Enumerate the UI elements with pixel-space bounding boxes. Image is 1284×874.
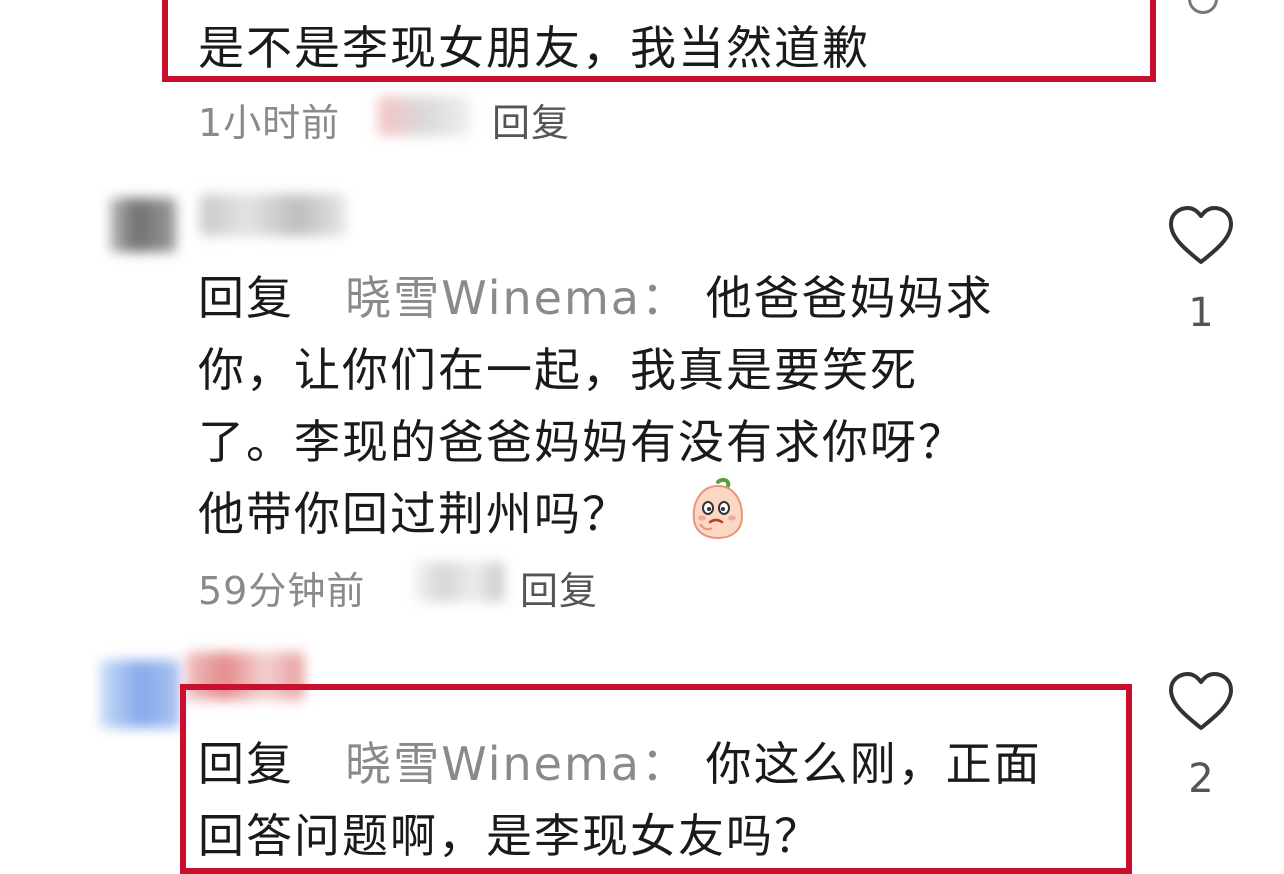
peach-face-emoji [692, 478, 744, 540]
comment-1-reply-button[interactable]: 回复 [492, 92, 570, 147]
comment-3-line-1: 回复 晓雪Winema： 你这么刚，正面 [198, 728, 1042, 800]
comment-1-blurred-location [378, 96, 470, 136]
partial-like-count [1182, 0, 1222, 14]
comment-2-like-count: 1 [1188, 290, 1214, 336]
comment-3-text-line-2: 回答问题啊，是李现女友吗？ [198, 809, 822, 863]
comment-2-reply-prefix: 回复 [198, 271, 294, 325]
comment-2-quoted-user[interactable]: 晓雪Winema： [345, 271, 689, 325]
comment-2-blurred-location [414, 562, 504, 602]
comment-3-like-count: 2 [1188, 756, 1214, 802]
comment-2-time: 59分钟前 [198, 569, 366, 613]
heart-outline-icon[interactable] [1166, 670, 1236, 734]
comment-2-username [200, 194, 346, 236]
comment-2-line-1: 回复 晓雪Winema： 他爸爸妈妈求 [198, 262, 994, 334]
heart-outline-icon[interactable] [1166, 204, 1236, 268]
comment-3-text-line-1: 你这么刚，正面 [705, 737, 1042, 791]
comment-1-meta: 1小时前 [198, 92, 340, 147]
comment-2-reply-button[interactable]: 回复 [520, 560, 598, 615]
comment-3-avatar [100, 660, 180, 728]
comment-2-avatar [110, 198, 176, 252]
comment-3-quoted-user[interactable]: 晓雪Winema： [345, 737, 689, 791]
comment-1-text: 是不是李现女朋友，我当然道歉 [198, 21, 870, 75]
comment-3-reply-prefix: 回复 [198, 737, 294, 791]
comment-2-text-line-1: 他爸爸妈妈求 [705, 271, 994, 325]
comment-2-text-line-3: 了。李现的爸爸妈妈有没有求你呀？ [198, 415, 966, 469]
comment-1-time: 1小时前 [198, 101, 341, 145]
comment-2-text-line-2: 你，让你们在一起，我真是要笑死 [198, 343, 918, 397]
comment-2-text-line-4: 他带你回过荆州吗？ [198, 487, 630, 541]
